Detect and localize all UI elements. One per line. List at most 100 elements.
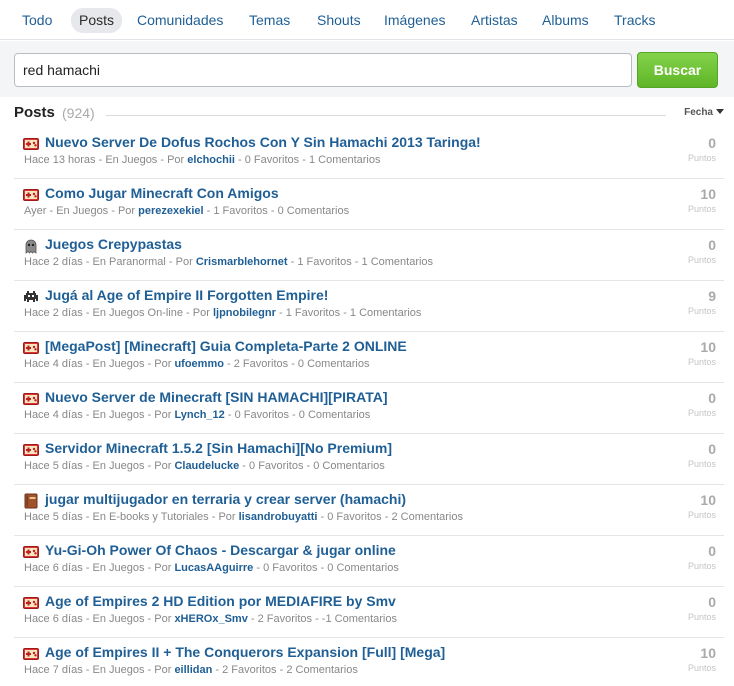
ghost-icon xyxy=(23,238,39,254)
post-favorites: 1 Favoritos xyxy=(213,205,268,217)
post-title-link[interactable]: Juegos Crepypastas xyxy=(45,236,182,252)
post-item: Age of Empires 2 HD Edition por MEDIAFIR… xyxy=(14,587,724,638)
points-label: Puntos xyxy=(687,663,716,673)
post-category: En Juegos xyxy=(92,613,145,625)
post-category: En Paranormal xyxy=(92,256,166,268)
post-author-link[interactable]: eillidan xyxy=(174,664,212,676)
points-label: Puntos xyxy=(687,510,716,520)
post-by-label: Por xyxy=(192,307,210,319)
post-author-link[interactable]: xHEROx_Smv xyxy=(174,613,247,625)
post-by-label: Por xyxy=(117,205,136,217)
post-title-link[interactable]: Yu-Gi-Oh Power Of Chaos - Descargar & ju… xyxy=(45,542,396,558)
post-comments: 2 Comentarios xyxy=(286,664,358,676)
points-label: Puntos xyxy=(687,612,716,622)
post-title-link[interactable]: Nuevo Server de Minecraft [SIN HAMACHI][… xyxy=(45,389,388,405)
section-title: Posts xyxy=(14,104,55,121)
tab-todo[interactable]: Todo xyxy=(14,8,60,33)
post-favorites: 0 Favoritos xyxy=(263,562,318,574)
search-bar: Buscar xyxy=(0,41,734,97)
post-category: En Juegos xyxy=(92,460,145,472)
post-by-label: Por xyxy=(167,154,185,166)
tab-comunidades[interactable]: Comunidades xyxy=(129,8,231,33)
post-category: En Juegos On-line xyxy=(92,307,183,319)
post-title-link[interactable]: [MegaPost] [Minecraft] Guia Completa-Par… xyxy=(45,338,407,354)
post-title-link[interactable]: Age of Empires 2 HD Edition por MEDIAFIR… xyxy=(45,593,396,609)
post-comments: 0 Comentarios xyxy=(313,460,385,472)
post-title-link[interactable]: jugar multijugador en terraria y crear s… xyxy=(45,491,406,507)
search-button[interactable]: Buscar xyxy=(637,52,718,88)
caret-down-icon xyxy=(716,109,724,114)
post-comments: -1 Comentarios xyxy=(321,613,397,625)
post-title-link[interactable]: Jugá al Age of Empire II Forgotten Empir… xyxy=(45,287,328,303)
post-title-link[interactable]: Como Jugar Minecraft Con Amigos xyxy=(45,185,279,201)
post-time: Hace 5 días xyxy=(24,511,83,523)
post-by-label: Por xyxy=(154,613,172,625)
post-author-link[interactable]: Crismarblehornet xyxy=(196,256,288,268)
search-input[interactable] xyxy=(14,53,632,87)
post-item: Yu-Gi-Oh Power Of Chaos - Descargar & ju… xyxy=(14,536,724,587)
post-time: Hace 4 días xyxy=(24,409,83,421)
tab-imagenes[interactable]: Imágenes xyxy=(376,8,453,33)
games-icon xyxy=(23,187,39,203)
post-by-label: Por xyxy=(218,511,236,523)
post-points: 10 xyxy=(700,186,716,202)
post-by-label: Por xyxy=(154,664,172,676)
post-item: jugar multijugador en terraria y crear s… xyxy=(14,485,724,536)
post-time: Hace 2 días xyxy=(24,307,83,319)
post-meta: Hace 4 días - En Juegos - Por Lynch_12 -… xyxy=(24,409,371,421)
space-invader-icon xyxy=(23,289,39,305)
points-label: Puntos xyxy=(687,153,716,163)
post-meta: Hace 2 días - En Juegos On-line - Por lj… xyxy=(24,307,422,319)
post-favorites: 0 Favoritos xyxy=(244,154,300,166)
post-title-link[interactable]: Age of Empires II + The Conquerors Expan… xyxy=(45,644,445,660)
sort-label: Fecha xyxy=(684,107,713,118)
post-title-link[interactable]: Nuevo Server De Dofus Rochos Con Y Sin H… xyxy=(45,134,481,150)
tab-artistas[interactable]: Artistas xyxy=(463,8,526,33)
post-time: Hace 7 días xyxy=(24,664,83,676)
post-author-link[interactable]: lisandrobuyatti xyxy=(239,511,318,523)
post-author-link[interactable]: ljpnobilegnr xyxy=(213,307,276,319)
post-by-label: Por xyxy=(175,256,193,268)
post-time: Hace 5 días xyxy=(24,460,83,472)
results-header: Posts (924) Fecha xyxy=(14,104,724,126)
post-author-link[interactable]: LucasAAguirre xyxy=(174,562,253,574)
post-author-link[interactable]: Lynch_12 xyxy=(174,409,224,421)
post-comments: 0 Comentarios xyxy=(277,205,350,217)
tab-temas[interactable]: Temas xyxy=(241,8,298,33)
tab-shouts[interactable]: Shouts xyxy=(309,8,369,33)
post-title-link[interactable]: Servidor Minecraft 1.5.2 [Sin Hamachi][N… xyxy=(45,440,392,456)
post-favorites: 0 Favoritos xyxy=(327,511,382,523)
post-time: Hace 2 días xyxy=(24,256,83,268)
post-item: Servidor Minecraft 1.5.2 [Sin Hamachi][N… xyxy=(14,434,724,485)
post-author-link[interactable]: Claudelucke xyxy=(174,460,239,472)
post-comments: 1 Comentarios xyxy=(361,256,434,268)
points-label: Puntos xyxy=(687,561,716,571)
post-comments: 0 Comentarios xyxy=(298,409,371,421)
tab-tracks[interactable]: Tracks xyxy=(606,8,663,33)
post-category: En Juegos xyxy=(92,409,145,421)
post-meta: Hace 13 horas - En Juegos - Por elchochi… xyxy=(24,154,381,166)
points-label: Puntos xyxy=(687,459,716,469)
post-favorites: 1 Favoritos xyxy=(297,256,352,268)
post-author-link[interactable]: perezexekiel xyxy=(138,205,203,217)
post-item: Juegos Crepypastas Hace 2 días - En Paran… xyxy=(14,230,724,281)
post-meta: Hace 2 días - En Paranormal - Por Crisma… xyxy=(24,256,434,268)
points-label: Puntos xyxy=(687,204,716,214)
tab-posts[interactable]: Posts xyxy=(71,8,123,33)
post-comments: 0 Comentarios xyxy=(297,358,370,370)
post-category: En Juegos xyxy=(105,154,158,166)
tab-albums[interactable]: Albums xyxy=(534,8,597,33)
result-count: (924) xyxy=(62,105,95,121)
post-points: 0 xyxy=(708,441,716,457)
points-label: Puntos xyxy=(687,408,716,418)
post-author-link[interactable]: ufoemmo xyxy=(174,358,224,370)
post-time: Hace 4 días xyxy=(24,358,83,370)
sort-dropdown[interactable]: Fecha xyxy=(684,107,724,118)
post-time: Hace 13 horas xyxy=(24,154,96,166)
post-author-link[interactable]: elchochii xyxy=(187,154,235,166)
post-points: 10 xyxy=(700,492,716,508)
post-category: En E-books y Tutoriales xyxy=(92,511,209,523)
post-meta: Hace 6 días - En Juegos - Por xHEROx_Smv… xyxy=(24,613,397,625)
post-points: 9 xyxy=(708,288,716,304)
post-favorites: 2 Favoritos xyxy=(233,358,289,370)
